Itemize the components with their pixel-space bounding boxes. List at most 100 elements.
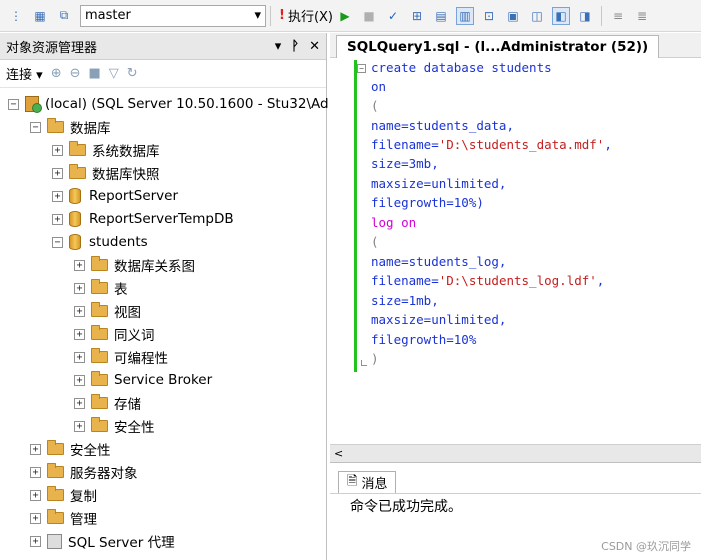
tree-node-programmability[interactable]: + 可编程性 (74, 347, 168, 367)
tree-node-synonyms[interactable]: + 同义词 (74, 324, 155, 344)
message-text: 命令已成功完成。 (350, 499, 462, 515)
uncomment-icon[interactable]: ≣ (633, 7, 651, 25)
main-toolbar: ⋮ ▦ ⧉ master ▾ ! 执行(X) ▶ ■ ✓ ⊞ ▤ ▥ ⊡ ▣ ◫… (0, 0, 701, 32)
client-stats-icon[interactable]: ◧ (552, 6, 570, 25)
code-editor[interactable]: − create database students on ( name=stu… (330, 58, 701, 444)
code-token: name=students_data, (371, 118, 514, 133)
stop-icon[interactable]: ■ (89, 66, 101, 81)
expand-icon[interactable]: + (74, 397, 85, 409)
tree-node-reportserver[interactable]: + ReportServer (52, 186, 178, 206)
expand-icon[interactable]: + (30, 443, 41, 455)
expand-icon[interactable]: + (74, 259, 85, 271)
tree-node-server-objects[interactable]: + 服务器对象 (30, 462, 138, 482)
expand-icon[interactable]: + (52, 213, 63, 225)
expand-icon[interactable]: + (74, 282, 85, 294)
stop-icon[interactable]: ■ (360, 7, 378, 25)
change-connection-icon[interactable]: ⧉ (55, 7, 73, 25)
tree-node-sql-agent[interactable]: + SQL Server 代理 (30, 531, 175, 551)
parse-check-icon[interactable]: ✓ (384, 7, 402, 25)
scroll-left-icon[interactable]: < (334, 447, 343, 460)
expand-icon[interactable]: + (30, 466, 41, 478)
code-token: , (596, 273, 605, 288)
code-token: size=1mb, (371, 293, 439, 308)
tab-sqlquery1[interactable]: SQLQuery1.sql - (l...Administrator (52)) (336, 35, 660, 58)
expand-icon[interactable]: + (52, 167, 63, 179)
results-pane-icon[interactable]: ◨ (576, 7, 594, 25)
tree-node-replication[interactable]: + 复制 (30, 485, 97, 505)
tree-node-databases[interactable]: − 数据库 (30, 117, 111, 137)
tree-node-views[interactable]: + 视图 (74, 301, 141, 321)
tree-node-label: SQL Server 代理 (68, 535, 175, 551)
new-query-icon[interactable]: ▦ (31, 7, 49, 25)
collapse-icon[interactable]: − (8, 98, 19, 110)
expand-icon[interactable]: + (74, 374, 85, 386)
collapse-icon[interactable]: − (52, 236, 63, 248)
expand-icon[interactable]: + (74, 351, 85, 363)
tab-messages[interactable]: 🗎 消息 (338, 471, 397, 493)
tree-node-students[interactable]: − students (52, 232, 148, 252)
object-explorer-panel: 对象资源管理器 ▾ ᚹ ✕ 连接 ▾ ⊕ ⊖ ■ ▽ ↻ − (local) (… (0, 33, 329, 560)
tree-node-label: 管理 (70, 512, 97, 528)
folder-icon (91, 279, 108, 294)
folder-icon (47, 486, 64, 501)
tree-node-label: 复制 (70, 489, 97, 505)
collapse-icon[interactable]: − (357, 64, 366, 73)
tree-node-label: 存储 (114, 397, 141, 413)
execute-button[interactable]: ! 执行(X) (279, 6, 333, 25)
display-plan-icon[interactable]: ⊞ (408, 7, 426, 25)
tree-node-storage[interactable]: + 存储 (74, 393, 141, 413)
dropdown-icon[interactable]: ▾ (275, 39, 282, 54)
code-line: size=1mb, (371, 293, 439, 312)
filter-icon[interactable]: ▽ (109, 66, 119, 81)
tree-node-reportservertempdb[interactable]: + ReportServerTempDB (52, 209, 234, 229)
refresh-icon[interactable]: ↻ (127, 66, 138, 81)
code-token: filename= (371, 137, 439, 152)
tree-node-security[interactable]: + 安全性 (30, 439, 111, 459)
results-grid-icon[interactable]: ▥ (456, 6, 474, 25)
tree-node-server[interactable]: − (local) (SQL Server 10.50.1600 - Stu32… (8, 94, 329, 114)
code-token: log on (371, 215, 417, 230)
code-token: create database students (371, 60, 552, 75)
query-designer-icon[interactable]: ▤ (432, 7, 450, 25)
debug-play-icon[interactable]: ▶ (336, 7, 354, 25)
tree-node-service-broker[interactable]: + Service Broker (74, 370, 212, 390)
expand-icon[interactable]: + (52, 190, 63, 202)
expand-icon[interactable]: + (74, 420, 85, 432)
results-file-icon[interactable]: ▣ (504, 7, 522, 25)
tree-node-security-db[interactable]: + 安全性 (74, 416, 155, 436)
tree-node-diagrams[interactable]: + 数据库关系图 (74, 255, 195, 275)
expand-icon[interactable]: + (30, 512, 41, 524)
tab-title: SQLQuery1.sql - (l...Administrator (52)) (347, 39, 649, 55)
disconnect-icon[interactable]: ⊖ (70, 66, 81, 81)
pin-icon[interactable]: ᚹ (291, 39, 299, 54)
connect-button[interactable]: 连接 ▾ (6, 64, 43, 83)
tree-node-tables[interactable]: + 表 (74, 278, 128, 298)
tree-node-management[interactable]: + 管理 (30, 508, 97, 528)
execute-label: 执行(X) (287, 10, 333, 25)
expand-icon[interactable]: + (74, 328, 85, 340)
database-select[interactable]: master ▾ (80, 4, 266, 27)
expand-icon[interactable]: + (74, 305, 85, 317)
code-line: create database students (371, 60, 552, 79)
folder-icon (47, 463, 64, 478)
code-token: maxsize=unlimited, (371, 312, 507, 327)
object-explorer-toolbar: 连接 ▾ ⊕ ⊖ ■ ▽ ↻ (0, 60, 326, 88)
tree-node-db-snapshots[interactable]: + 数据库快照 (52, 163, 160, 183)
include-plan-icon[interactable]: ◫ (528, 7, 546, 25)
expand-icon[interactable]: + (30, 489, 41, 501)
connect-icon[interactable]: ⊕ (51, 66, 62, 81)
collapse-icon[interactable]: − (30, 121, 41, 133)
folder-icon (47, 118, 64, 133)
horizontal-scrollbar[interactable]: < (330, 444, 701, 462)
database-select-value: master (85, 8, 131, 23)
expand-icon[interactable]: + (52, 144, 63, 156)
tree-node-label: 可编程性 (114, 351, 168, 367)
comment-icon[interactable]: ≡ (609, 7, 627, 25)
results-text-icon[interactable]: ⊡ (480, 7, 498, 25)
watermark: CSDN @玖沉同学 (601, 540, 691, 553)
expand-icon[interactable]: + (30, 535, 41, 547)
panel-controls: ▾ ᚹ ✕ (275, 39, 320, 54)
tree-node-system-db[interactable]: + 系统数据库 (52, 140, 160, 160)
close-icon[interactable]: ✕ (309, 39, 320, 54)
string-literal: 'D:\students_data.mdf' (438, 137, 605, 152)
